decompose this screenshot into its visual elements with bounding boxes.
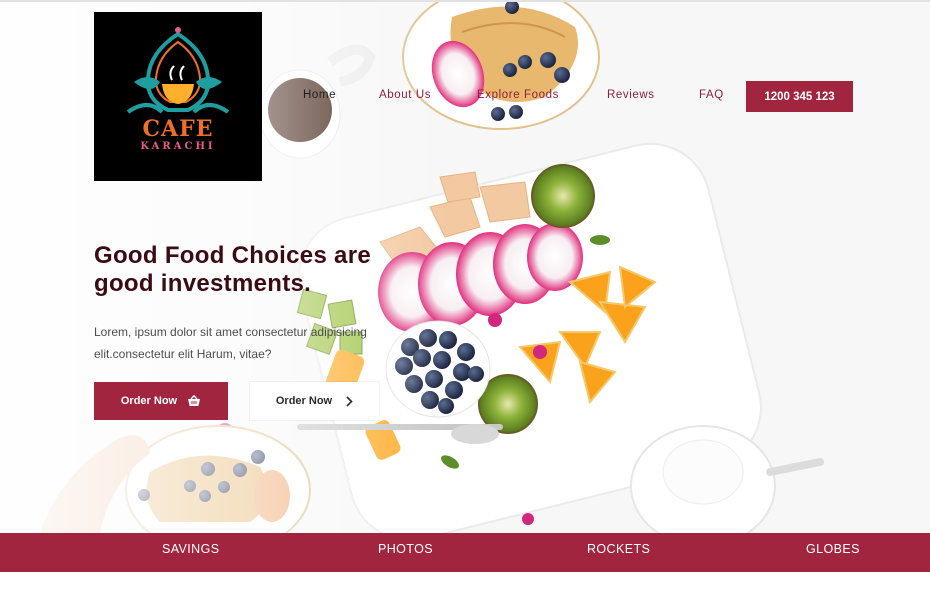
cafe-logo[interactable]: CAFE KARACHI xyxy=(94,12,262,181)
hero-text-line-1: Lorem, ipsum dolor sit amet consectetur … xyxy=(94,325,367,339)
hero-title-line-1: Good Food Choices are xyxy=(94,242,371,269)
order-now-secondary-button[interactable]: Order Now xyxy=(250,382,379,420)
hero-title: Good Food Choices are good investments. xyxy=(94,242,454,298)
hero-title-line-2: good investments. xyxy=(94,270,312,297)
logo-cafe-text: CAFE xyxy=(142,116,214,142)
bottom-feature-bar: SAVINGS PHOTOS ROCKETS GLOBES xyxy=(0,533,930,572)
hero-text-line-2: elit.consectetur elit Harum, vitae? xyxy=(94,347,272,361)
teacup-logo-icon xyxy=(126,27,230,114)
bar-item-savings[interactable]: SAVINGS xyxy=(162,533,219,572)
phone-number: 1200 345 123 xyxy=(764,90,835,103)
chevron-right-icon xyxy=(346,395,353,407)
nav-reviews[interactable]: Reviews xyxy=(607,89,655,101)
order-now-secondary-label: Order Now xyxy=(275,395,333,407)
shopping-basket-icon xyxy=(187,395,201,407)
nav-faq[interactable]: FAQ xyxy=(699,89,724,101)
order-now-primary-label: Order Now xyxy=(120,395,178,407)
phone-button[interactable]: 1200 345 123 xyxy=(746,81,853,112)
logo-city-text: KARACHI xyxy=(140,141,216,152)
order-now-primary-button[interactable]: Order Now xyxy=(94,382,228,420)
hero-description: Lorem, ipsum dolor sit amet consectetur … xyxy=(94,321,414,365)
bar-item-rockets[interactable]: ROCKETS xyxy=(587,533,650,572)
nav-home[interactable]: Home xyxy=(303,89,336,101)
bar-item-photos[interactable]: PHOTOS xyxy=(378,533,433,572)
nav-about-us[interactable]: About Us xyxy=(379,89,431,101)
bar-item-globes[interactable]: GLOBES xyxy=(806,533,860,572)
nav-explore-foods[interactable]: Explore Foods xyxy=(477,89,559,101)
